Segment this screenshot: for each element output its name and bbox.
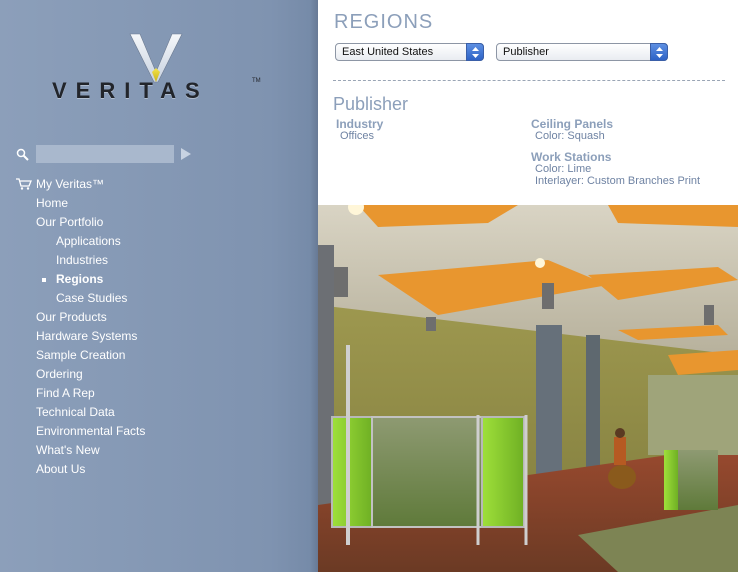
nav-industries[interactable]: Industries bbox=[56, 252, 108, 268]
ceiling-panels-heading: Ceiling Panels bbox=[531, 117, 614, 131]
section-title: Publisher bbox=[333, 94, 409, 114]
trademark-mark: TM bbox=[252, 78, 261, 84]
cart-icon bbox=[16, 178, 32, 190]
nav-ordering[interactable]: Ordering bbox=[36, 366, 83, 382]
nav-environmental-facts[interactable]: Environmental Facts bbox=[36, 423, 145, 439]
logo-v-mark-icon bbox=[129, 33, 183, 83]
logo-wordmark: VERITAS bbox=[52, 78, 209, 103]
work-stations-interlayer: Interlayer: Custom Branches Print bbox=[535, 175, 701, 187]
search-input[interactable] bbox=[36, 145, 174, 163]
nav-sample-creation[interactable]: Sample Creation bbox=[36, 347, 125, 363]
ceiling-panels-color: Color: Squash bbox=[535, 130, 605, 142]
nav-our-products[interactable]: Our Products bbox=[36, 309, 107, 325]
page-title: REGIONS bbox=[334, 11, 434, 33]
search-icon bbox=[16, 148, 29, 161]
active-bullet-icon bbox=[42, 278, 46, 282]
nav-hardware-systems[interactable]: Hardware Systems bbox=[36, 328, 137, 344]
select-arrows-icon bbox=[466, 43, 484, 61]
work-stations-color: Color: Lime bbox=[535, 163, 592, 175]
nav-find-a-rep[interactable]: Find A Rep bbox=[36, 385, 95, 401]
region-select[interactable]: East United States bbox=[335, 43, 484, 61]
dashed-divider bbox=[333, 80, 725, 81]
industry-value: Offices bbox=[340, 130, 375, 142]
search-row bbox=[16, 145, 196, 165]
industry-select-value: Publisher bbox=[503, 46, 549, 58]
work-stations-heading: Work Stations bbox=[531, 150, 612, 164]
nav-about-us[interactable]: About Us bbox=[36, 461, 85, 477]
nav-whats-new[interactable]: What's New bbox=[36, 442, 100, 458]
select-arrows-icon bbox=[650, 43, 668, 61]
nav-home[interactable]: Home bbox=[36, 195, 68, 211]
nav-my-veritas[interactable]: My Veritas™ bbox=[36, 176, 104, 192]
nav-regions[interactable]: Regions bbox=[56, 271, 103, 287]
office-interior-photo bbox=[318, 205, 738, 572]
nav-case-studies[interactable]: Case Studies bbox=[56, 290, 127, 306]
veritas-logo[interactable]: VERITAS TM bbox=[52, 32, 262, 104]
region-select-value: East United States bbox=[342, 46, 434, 58]
industry-heading: Industry bbox=[336, 117, 384, 131]
nav-technical-data[interactable]: Technical Data bbox=[36, 404, 115, 420]
nav-our-portfolio[interactable]: Our Portfolio bbox=[36, 214, 103, 230]
industry-select[interactable]: Publisher bbox=[496, 43, 668, 61]
nav-applications[interactable]: Applications bbox=[56, 233, 121, 249]
search-go-arrow-icon[interactable] bbox=[180, 148, 192, 160]
main-content: REGIONS East United States Publisher Pub… bbox=[318, 0, 738, 572]
sidebar: VERITAS TM My Veritas™ Home Our Portfoli… bbox=[0, 0, 318, 572]
